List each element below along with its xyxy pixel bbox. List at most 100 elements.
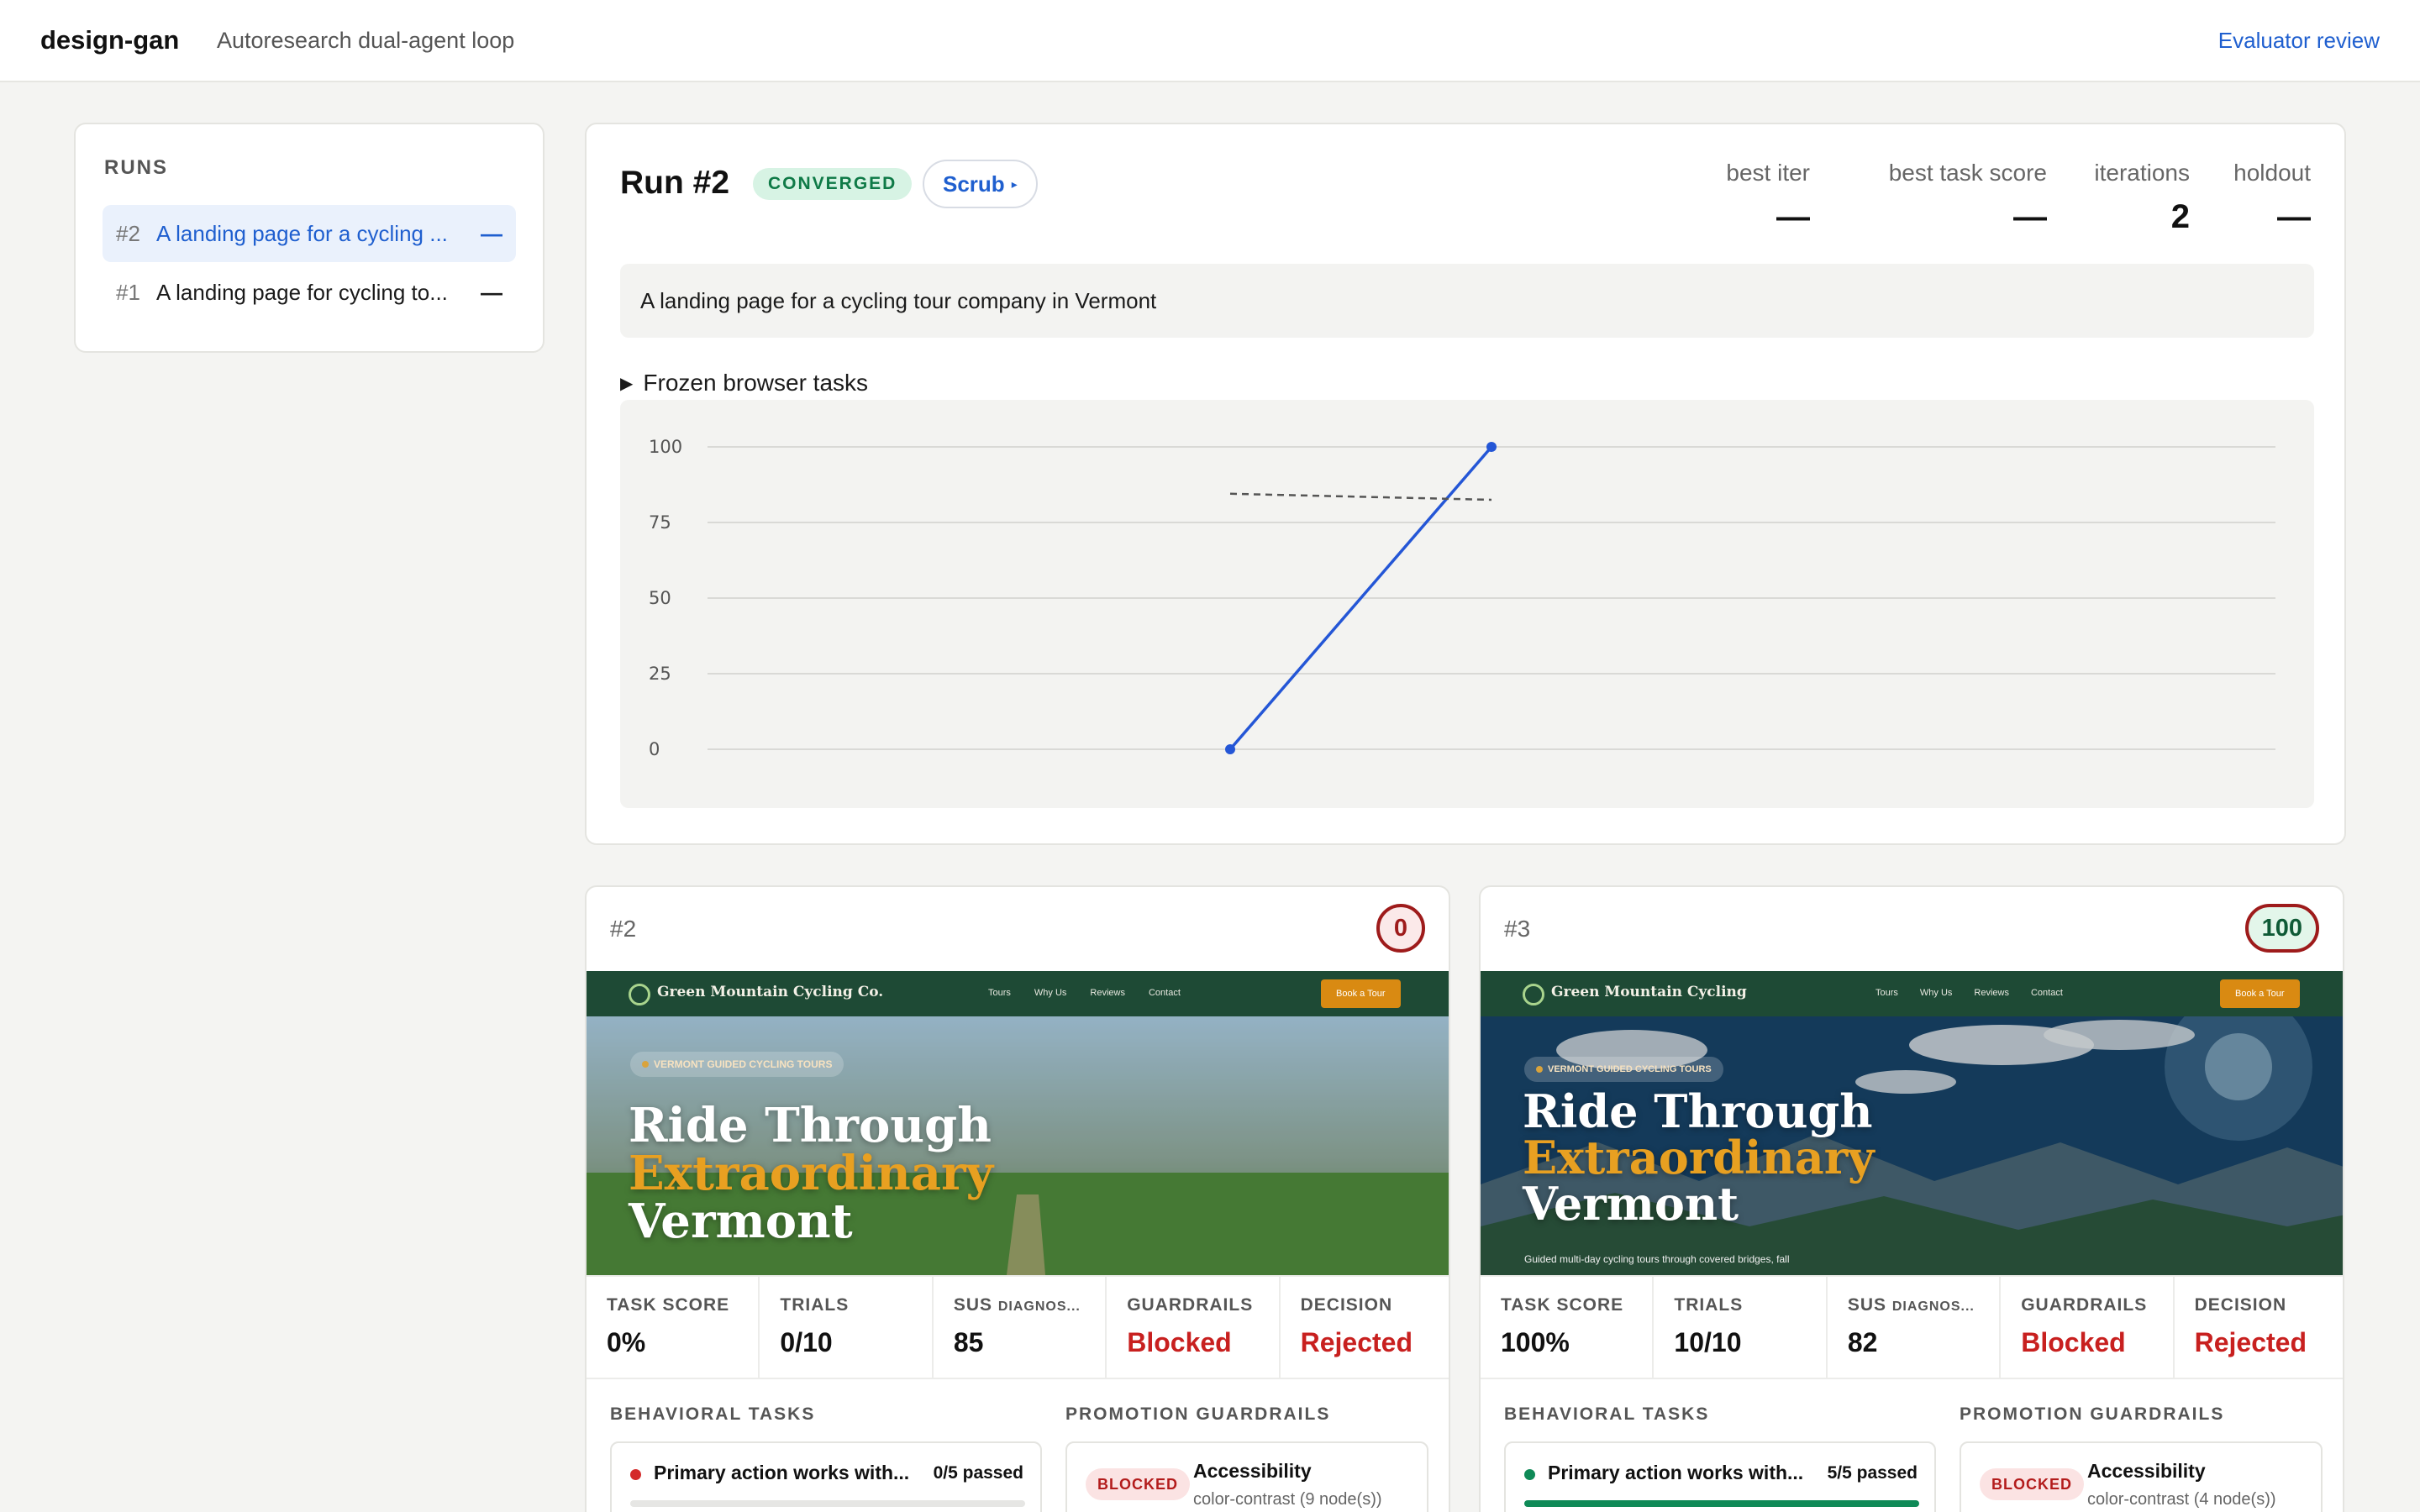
chart-y-tick-label: 100: [649, 437, 682, 457]
headline-line: Vermont: [1523, 1177, 1739, 1231]
headline-line: Ride Through: [1523, 1084, 1873, 1138]
top-bar: design-gan Autoresearch dual-agent loop …: [0, 0, 2420, 82]
preview-nav-link: Tours: [1876, 988, 1898, 998]
sidebar-run-item[interactable]: #2 A landing page for a cycling ... —: [103, 205, 516, 262]
disclosure-triangle-icon: ▶: [620, 374, 634, 393]
iteration-metrics: TASK SCORE 100% TRIALS 10/10 SUS DIAGNOS…: [1481, 1275, 2343, 1379]
metric-label: TRIALS: [780, 1295, 850, 1315]
chart-y-tick-label: 0: [649, 739, 660, 759]
score-chart-svg: 100 75 50 25 0: [649, 437, 2275, 759]
frozen-tasks-toggle[interactable]: ▶ Frozen browser tasks: [620, 370, 868, 396]
headline-accent: Extraordinary: [1523, 1131, 1875, 1185]
metric-value: 85: [953, 1327, 984, 1357]
behavioral-tasks-title: BEHAVIORAL TASKS: [1504, 1404, 1710, 1424]
task-progress-bar: [1524, 1500, 1919, 1507]
task-progress-fill: [1524, 1500, 1919, 1507]
blocked-badge: BLOCKED: [1980, 1468, 2084, 1500]
stat-value: 2: [2170, 198, 2190, 235]
metric-label-sub: DIAGNOS...: [997, 1299, 1081, 1314]
promotion-guardrails-title: PROMOTION GUARDRAILS: [1960, 1404, 2225, 1424]
guardrail-item[interactable]: BLOCKED Accessibility color-contrast (4 …: [1960, 1441, 2323, 1512]
stat-best-task-score: best task score —: [1889, 160, 2047, 236]
preview-subheadline: Guided multi-day cycling tours through c…: [1524, 1253, 1790, 1265]
metric-task-score: TASK SCORE 100%: [1481, 1277, 1655, 1378]
metric-label: TASK SCORE: [607, 1295, 730, 1315]
task-name: Primary action works with...: [1548, 1462, 1804, 1483]
stat-holdout: holdout —: [2233, 160, 2311, 236]
preview-nav-link: Reviews: [1974, 988, 2009, 998]
metric-value: Rejected: [1300, 1327, 1413, 1357]
metric-label: TRIALS: [1674, 1295, 1744, 1315]
chart-point: [1225, 744, 1235, 754]
guardrail-name: Accessibility: [2087, 1460, 2206, 1482]
stat-label: holdout: [2233, 160, 2311, 186]
metric-label: SUS DIAGNOS...: [954, 1295, 1105, 1315]
runs-sidebar: RUNS #2 A landing page for a cycling ...…: [74, 123, 544, 353]
status-badge: CONVERGED: [753, 168, 913, 200]
iteration-card[interactable]: #2 0 Green Mountain Cycling Co. Tours Wh…: [585, 885, 1450, 1512]
metric-value: 100%: [1501, 1327, 1570, 1357]
chart-y-tick-label: 75: [649, 512, 671, 533]
metric-value: 0%: [607, 1327, 646, 1357]
behavioral-task[interactable]: Primary action works with... 5/5 passed: [1504, 1441, 1936, 1512]
stat-best-iter: best iter —: [1726, 160, 1810, 236]
stat-value: —: [2013, 198, 2047, 235]
guardrail-name: Accessibility: [1193, 1460, 1312, 1482]
headline-accent: Extraordinary: [629, 1146, 994, 1202]
blocked-badge: BLOCKED: [1086, 1468, 1190, 1500]
design-preview: Green Mountain Cycling Tours Why Us Revi…: [1481, 971, 2343, 1275]
run-panel: Run #2 CONVERGED Scrub ▸ best iter — bes…: [585, 123, 2346, 845]
evaluator-review-link[interactable]: Evaluator review: [2218, 28, 2380, 54]
metric-label: TASK SCORE: [1501, 1295, 1624, 1315]
kicker-dot-icon: [1536, 1066, 1543, 1073]
scrub-label: Scrub: [943, 171, 1005, 197]
preview-nav: Green Mountain Cycling Co. Tours Why Us …: [587, 971, 1449, 1016]
frozen-tasks-label: Frozen browser tasks: [643, 370, 869, 396]
mountain-logo-icon: [1523, 984, 1544, 1005]
scrub-button[interactable]: Scrub ▸: [923, 160, 1038, 208]
behavioral-tasks-title: BEHAVIORAL TASKS: [610, 1404, 816, 1424]
sidebar-run-item[interactable]: #1 A landing page for cycling to... —: [103, 264, 516, 321]
metric-label-main: SUS: [953, 1295, 992, 1315]
preview-headline: Ride Through Extraordinary Vermont: [629, 1098, 994, 1246]
preview-kicker-text: VERMONT GUIDED CYCLING TOURS: [1548, 1064, 1712, 1074]
guardrail-item[interactable]: BLOCKED Accessibility color-contrast (9 …: [1065, 1441, 1428, 1512]
iteration-id: #2: [610, 916, 637, 942]
preview-cta: Book a Tour: [1321, 979, 1401, 1008]
kicker-dot-icon: [642, 1061, 649, 1068]
stat-iterations: iterations 2: [2094, 160, 2190, 236]
preview-headline: Ride Through Extraordinary Vermont: [1523, 1084, 1875, 1231]
preview-nav-link: Contact: [1148, 988, 1181, 998]
behavioral-task[interactable]: Primary action works with... 0/5 passed: [610, 1441, 1042, 1512]
headline-line: Ride Through: [629, 1098, 992, 1153]
metric-label: DECISION: [1300, 1295, 1393, 1315]
stat-label: best iter: [1726, 160, 1810, 186]
iteration-metrics: TASK SCORE 0% TRIALS 0/10 SUS DIAGNOS...…: [587, 1275, 1449, 1379]
metric-value: Blocked: [2021, 1327, 2126, 1357]
metric-sus: SUS DIAGNOS... 82: [1828, 1277, 2002, 1378]
stat-label: best task score: [1888, 160, 2047, 186]
preview-kicker-text: VERMONT GUIDED CYCLING TOURS: [654, 1058, 833, 1070]
preview-nav-links: Tours Why Us Reviews Contact: [1876, 988, 2063, 998]
preview-kicker: VERMONT GUIDED CYCLING TOURS: [630, 1052, 844, 1077]
chart-y-tick-label: 50: [649, 588, 671, 608]
preview-nav-links: Tours Why Us Reviews Contact: [988, 988, 1181, 998]
preview-hero: VERMONT GUIDED CYCLING TOURS Ride Throug…: [1481, 993, 2343, 1275]
preview-brand: Green Mountain Cycling Co.: [657, 984, 884, 1000]
preview-hero: VERMONT GUIDED CYCLING TOURS Ride Throug…: [587, 1016, 1449, 1275]
app-tagline: Autoresearch dual-agent loop: [217, 28, 515, 53]
stat-label: iterations: [2094, 160, 2190, 186]
metric-trials: TRIALS 0/10: [760, 1277, 934, 1378]
play-caret-icon: ▸: [1011, 176, 1018, 191]
run-number: #1: [116, 279, 140, 305]
guardrail-detail: color-contrast (4 node(s)): [2087, 1490, 2276, 1509]
app-brand[interactable]: design-gan: [40, 25, 179, 55]
run-prompt: A landing page for a cycling tour compan…: [620, 264, 2314, 338]
iteration-card[interactable]: #3 100 Green Mountain Cycling Tours Why …: [1479, 885, 2344, 1512]
run-number: #2: [116, 220, 140, 246]
status-dot-icon: [630, 1469, 641, 1480]
task-pass-count: 5/5 passed: [1827, 1463, 1918, 1483]
stat-value: —: [1776, 198, 1810, 235]
score-pill: 0: [1376, 904, 1425, 953]
metric-label: GUARDRAILS: [2021, 1295, 2148, 1315]
